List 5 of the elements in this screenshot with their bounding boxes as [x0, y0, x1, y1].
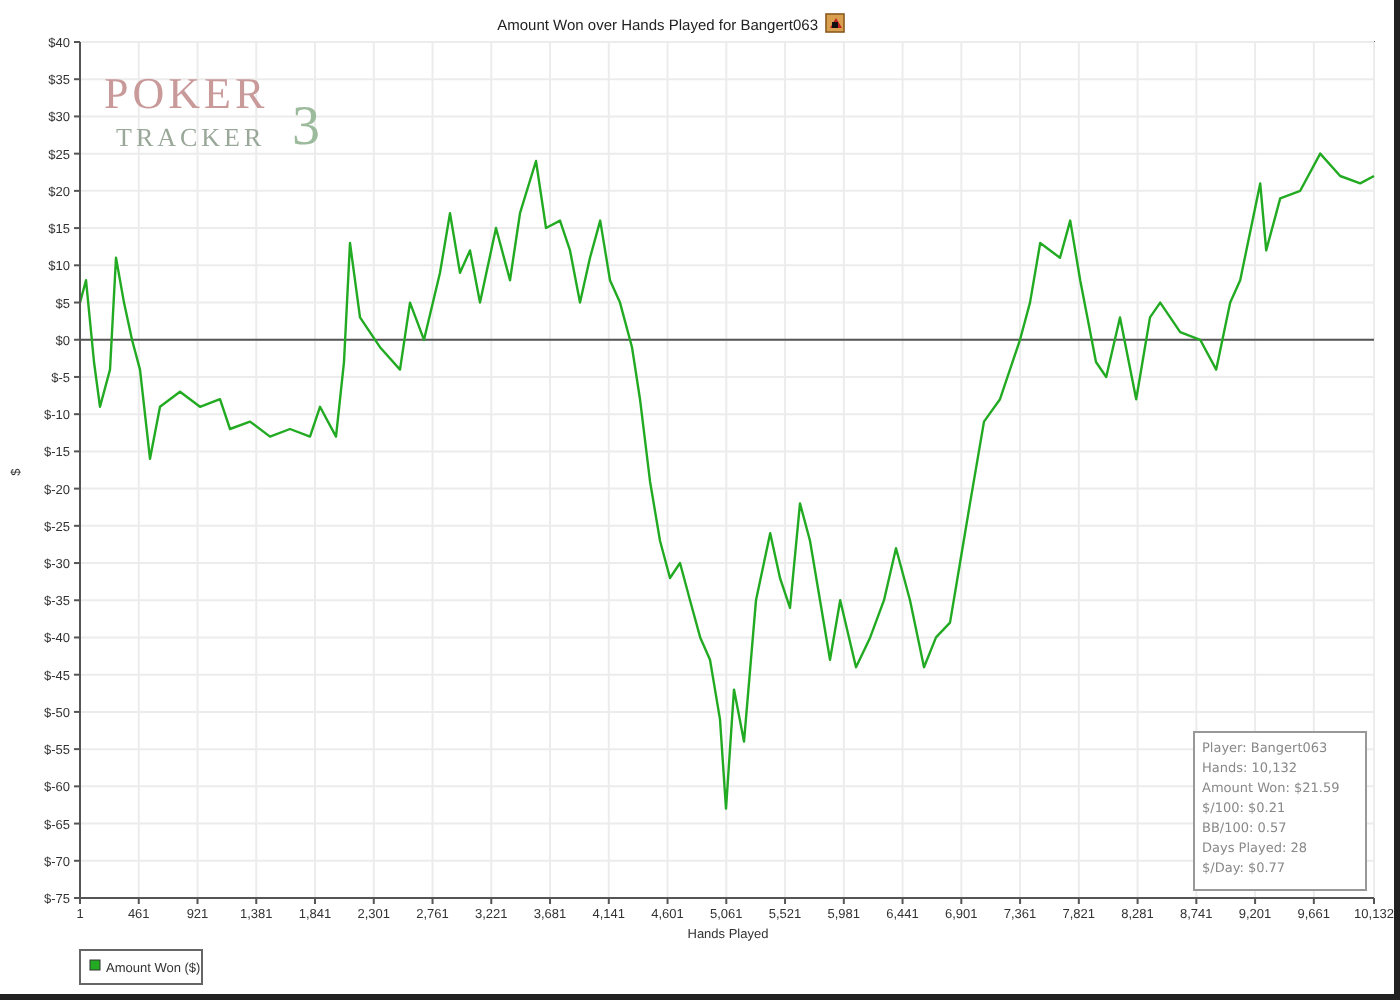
- legend-box: [79, 949, 203, 985]
- image-icon[interactable]: [825, 13, 845, 33]
- logo-text: TRACKER: [116, 122, 266, 152]
- logo-mark: 3: [292, 96, 320, 158]
- logo-text: POKER: [104, 68, 269, 118]
